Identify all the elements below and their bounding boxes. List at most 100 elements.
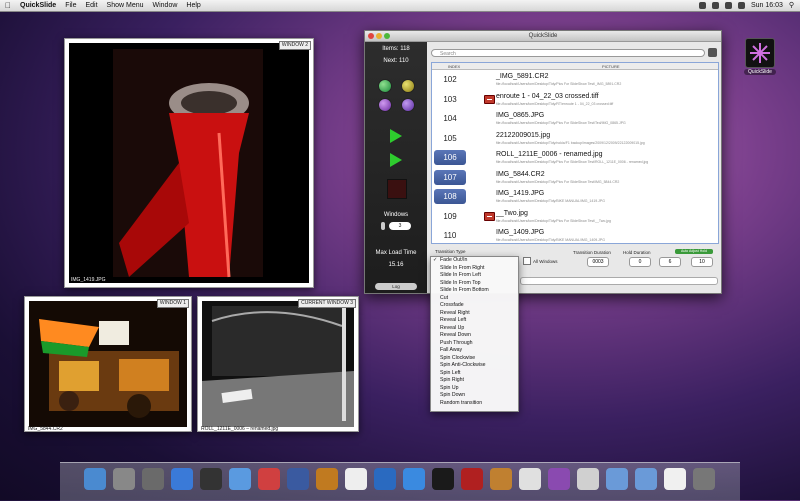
videos-icon[interactable] (316, 468, 338, 490)
list-row[interactable]: 110 IMG_1409.JPG file://localhost/Users/to… (432, 227, 718, 247)
row-filename: _IMG_5891.CR2 (496, 73, 549, 80)
menu-show-menu[interactable]: Show Menu (107, 0, 144, 11)
transition-option[interactable]: Spin Left (431, 370, 518, 378)
wifi-icon[interactable] (711, 2, 719, 9)
quickslide-desktop-icon[interactable]: QuickSlide (744, 38, 776, 75)
clock[interactable]: Sun 16:03 (751, 0, 783, 11)
appstore-icon[interactable] (171, 468, 193, 490)
photo-window-1[interactable]: WINDOW 1 IMG_5844.CR2 (24, 296, 192, 432)
transition-option[interactable]: Spin Clockwise (431, 355, 518, 363)
apple-icon[interactable]:  (5, 0, 11, 11)
iphoto-icon[interactable] (490, 468, 512, 490)
transition-option[interactable]: Crossfade (431, 302, 518, 310)
list-row[interactable]: 106 ROLL_1211E_0006 - renamed.jpg file://l… (432, 149, 718, 169)
list-row[interactable]: 103 enroute 1 - 04_22_03 crossed.tiff file… (432, 91, 718, 111)
transition-option-label: Random transition (440, 399, 483, 406)
volume-icon[interactable] (724, 2, 732, 9)
quickslide-dock-icon[interactable] (577, 468, 599, 490)
preferences-icon[interactable] (606, 468, 628, 490)
transition-option[interactable]: Reveal Right (431, 310, 518, 318)
addressbook-icon[interactable] (345, 468, 367, 490)
play-button[interactable] (388, 128, 404, 144)
transition-option[interactable]: Reveal Up (431, 325, 518, 333)
safari-icon[interactable] (258, 468, 280, 490)
ical-icon[interactable] (374, 468, 396, 490)
transition-option[interactable]: Slide In From Bottom (431, 287, 518, 295)
itunes-icon[interactable] (432, 468, 454, 490)
transition-type-menu[interactable]: ✓ Fade Out/In Slide In From Right Slide In … (430, 256, 519, 412)
window-titlebar[interactable]: QuickSlide (365, 31, 721, 42)
minimize-button[interactable] (376, 33, 382, 39)
list-row[interactable]: 105 22122009015.jpg file://localhost/Users… (432, 130, 718, 150)
picture-column-header[interactable]: PICTURE (602, 64, 620, 69)
menu-help[interactable]: Help (186, 0, 200, 11)
index-column-header[interactable]: INDEX (448, 64, 460, 69)
rocket-icon[interactable] (113, 468, 135, 490)
add-button[interactable] (378, 79, 392, 93)
all-windows-checkbox[interactable] (523, 257, 531, 265)
play-icon (390, 129, 402, 143)
menu-edit[interactable]: Edit (85, 0, 97, 11)
transition-option[interactable]: Spin Up (431, 385, 518, 393)
folder-icon[interactable] (635, 468, 657, 490)
settings-button[interactable] (401, 98, 415, 112)
spotlight-icon[interactable]: ⚲ (789, 0, 794, 11)
transition-duration-field[interactable]: 0003 (587, 257, 609, 267)
windows-count-field[interactable]: 3 (389, 222, 411, 230)
auto-adjust-hold-button[interactable]: Auto Adjust Hold (675, 249, 713, 254)
zoom-button[interactable] (384, 33, 390, 39)
search-action-button[interactable] (708, 48, 717, 57)
row-filepath: file://localhost/Users/tom/Desktop/Tidy/… (496, 218, 611, 223)
transition-option[interactable]: Fall Away (431, 347, 518, 355)
finder-icon[interactable] (84, 468, 106, 490)
list-row[interactable]: 104 IMG_0865.JPG file://localhost/Users/to… (432, 110, 718, 130)
transition-option[interactable]: Spin Right (431, 377, 518, 385)
bluetooth-icon[interactable] (698, 2, 706, 9)
transition-option[interactable]: Spin Down (431, 392, 518, 400)
search-input[interactable]: Search (431, 49, 705, 57)
preview-icon[interactable] (403, 468, 425, 490)
dashboard-icon[interactable] (200, 468, 222, 490)
transition-option[interactable]: Random transition (431, 400, 518, 408)
photobooth-app-icon[interactable] (461, 468, 483, 490)
play-next-button[interactable] (388, 152, 404, 168)
list-row[interactable]: 109 __Two.jpg file://localhost/Users/tom/D… (432, 208, 718, 228)
windows-stepper[interactable] (381, 222, 385, 230)
log-button[interactable]: Log (375, 283, 417, 290)
photobooth-icon[interactable] (142, 468, 164, 490)
close-button[interactable] (368, 33, 374, 39)
quickslide-window: QuickSlide Items: 118 Next: 110 Windows … (364, 30, 722, 294)
menu-file[interactable]: File (65, 0, 76, 11)
transition-option[interactable]: Cut (431, 295, 518, 303)
transition-option[interactable]: Slide In From Right (431, 265, 518, 273)
transition-option[interactable]: Reveal Down (431, 332, 518, 340)
folder-button[interactable] (401, 79, 415, 93)
menu-quickslide[interactable]: QuickSlide (20, 0, 56, 11)
shuffle-button[interactable] (378, 98, 392, 112)
list-row[interactable]: 108 IMG_1419.JPG file://localhost/Users/to… (432, 188, 718, 208)
stop-button[interactable] (387, 179, 407, 199)
list-row[interactable]: 102 _IMG_5891.CR2 file://localhost/Users/t… (432, 71, 718, 91)
battery-icon[interactable] (737, 2, 745, 9)
transition-option[interactable]: Push Through (431, 340, 518, 348)
photo-window-2[interactable]: WINDOW 2 IMG_1419.JPG (64, 38, 314, 288)
transition-option[interactable]: Slide In From Left (431, 272, 518, 280)
hold-value-field[interactable]: 6 (659, 257, 681, 267)
menu-window[interactable]: Window (153, 0, 178, 11)
list-row[interactable]: 107 IMG_5844.CR2 file://localhost/Users/to… (432, 169, 718, 189)
hold-max-field[interactable]: 10 (691, 257, 713, 267)
transition-option[interactable]: Reveal Left (431, 317, 518, 325)
transition-option[interactable]: ✓ Fade Out/In (431, 257, 518, 265)
mail-icon[interactable] (229, 468, 251, 490)
imovie-icon[interactable] (519, 468, 541, 490)
folder-icon[interactable] (664, 468, 686, 490)
facetime-icon[interactable] (287, 468, 309, 490)
transition-option-label: Reveal Right (440, 309, 470, 316)
transition-option[interactable]: Spin Anti-Clockwise (431, 362, 518, 370)
photo-window-3[interactable]: CURRENT WINDOW 3 ROLL_1211E_0006 – renam… (197, 296, 359, 432)
transition-option[interactable]: Slide In From Top (431, 280, 518, 288)
trash-icon[interactable] (693, 468, 715, 490)
image-list[interactable]: INDEX PICTURE 102 _IMG_5891.CR2 file://loc… (431, 62, 719, 244)
garageband-icon[interactable] (548, 468, 570, 490)
hold-min-field[interactable]: 0 (629, 257, 651, 267)
